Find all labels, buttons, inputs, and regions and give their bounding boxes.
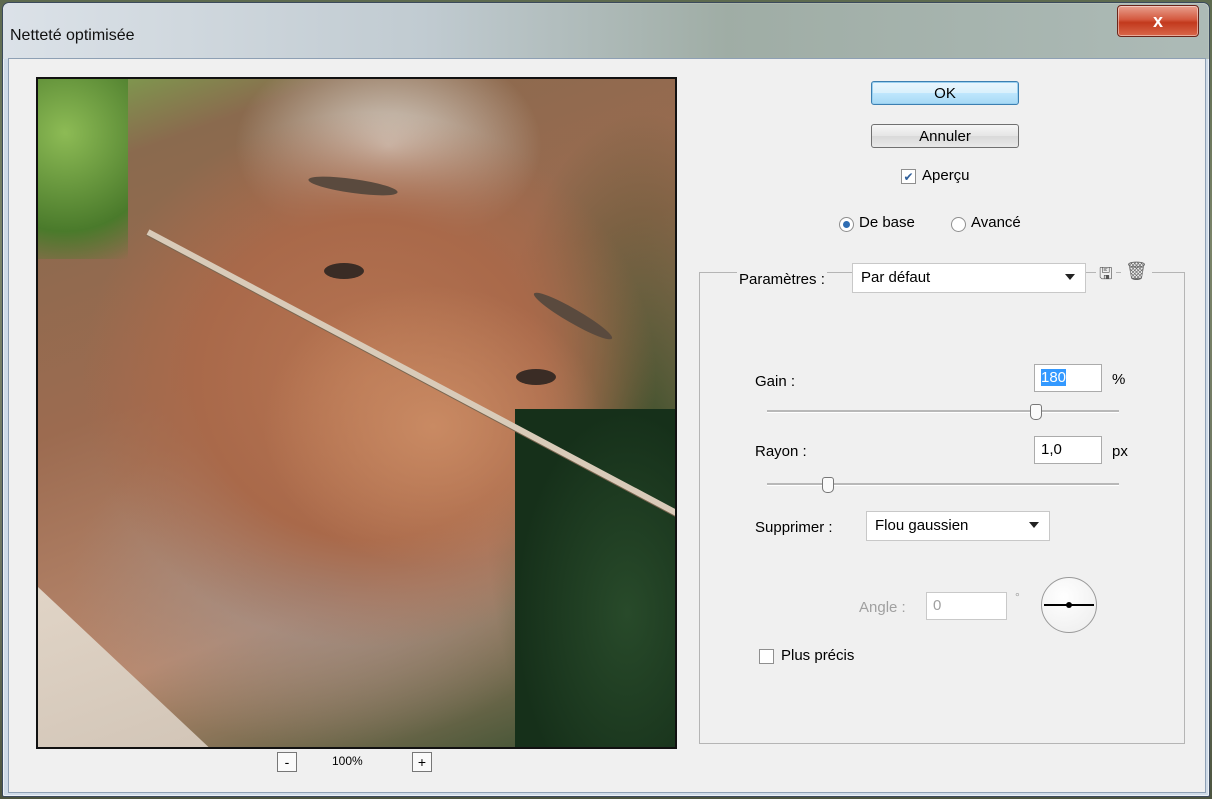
dialog-window: Netteté optimisée x - 100% + OK Annuler …	[2, 2, 1210, 797]
mode-advanced-label: Avancé	[971, 214, 1021, 231]
params-select-value: Par défaut	[861, 269, 931, 286]
remove-select[interactable]: Flou gaussien	[866, 511, 1050, 541]
zoom-level: 100%	[332, 754, 363, 768]
gain-value: 180	[1041, 369, 1067, 386]
shirt	[38, 587, 209, 747]
preview-image[interactable]	[36, 77, 677, 749]
eyebrow-left	[307, 172, 399, 200]
params-select[interactable]: Par défaut	[852, 263, 1086, 293]
foliage-left	[38, 79, 128, 259]
chevron-down-icon	[1029, 522, 1039, 528]
trash-icon[interactable]: 🗑	[1121, 261, 1152, 282]
close-icon: x	[1152, 10, 1163, 31]
eye-right	[516, 369, 556, 385]
save-preset-icon[interactable]: 🖫	[1096, 263, 1116, 290]
eye-left	[324, 263, 364, 279]
dial-center	[1066, 602, 1072, 608]
gain-unit: %	[1112, 371, 1126, 388]
title-bar: Netteté optimisée x	[3, 3, 1209, 59]
eyebrow-right	[530, 287, 616, 345]
remove-label: Supprimer :	[755, 519, 833, 536]
settings-group	[699, 272, 1185, 744]
angle-dial[interactable]	[1041, 577, 1097, 633]
more-accurate-label: Plus précis	[781, 647, 855, 664]
zoom-in-button[interactable]: +	[412, 752, 432, 772]
params-label: Paramètres :	[737, 271, 827, 288]
degree-unit: °	[1015, 590, 1020, 604]
zoom-controls: - 100% +	[9, 752, 701, 774]
window-title: Netteté optimisée	[10, 27, 135, 44]
minus-icon: -	[284, 754, 290, 770]
close-button[interactable]: x	[1117, 5, 1199, 37]
dialog-body: - 100% + OK Annuler ✔ Aperçu De base Ava…	[8, 58, 1206, 793]
ok-button[interactable]: OK	[871, 81, 1019, 105]
preview-label: Aperçu	[922, 167, 970, 184]
mode-basic-radio[interactable]	[839, 217, 854, 232]
angle-input[interactable]: 0	[926, 592, 1007, 620]
more-accurate-checkbox[interactable]	[759, 649, 774, 664]
gain-slider-track[interactable]	[767, 410, 1119, 413]
radius-value: 1,0	[1041, 441, 1062, 458]
chevron-down-icon	[1065, 274, 1075, 280]
plus-icon: +	[417, 754, 427, 770]
zoom-out-button[interactable]: -	[277, 752, 297, 772]
gain-input[interactable]: 180	[1034, 364, 1102, 392]
checkmark-icon: ✔	[903, 169, 914, 184]
glasses	[146, 229, 675, 517]
gain-slider-thumb[interactable]	[1029, 404, 1042, 420]
mode-basic-label: De base	[859, 214, 915, 231]
radius-unit: px	[1112, 443, 1128, 460]
radius-label: Rayon :	[755, 443, 807, 460]
foliage-right	[515, 409, 675, 747]
gain-label: Gain :	[755, 373, 796, 390]
mode-advanced-radio[interactable]	[951, 217, 966, 232]
radius-slider-track[interactable]	[767, 483, 1119, 486]
angle-label: Angle :	[859, 599, 906, 616]
radius-input[interactable]: 1,0	[1034, 436, 1102, 464]
remove-select-value: Flou gaussien	[875, 517, 969, 534]
radius-slider-thumb[interactable]	[821, 477, 834, 493]
angle-value: 0	[933, 597, 942, 614]
cancel-button[interactable]: Annuler	[871, 124, 1019, 148]
preview-checkbox[interactable]: ✔	[901, 169, 916, 184]
